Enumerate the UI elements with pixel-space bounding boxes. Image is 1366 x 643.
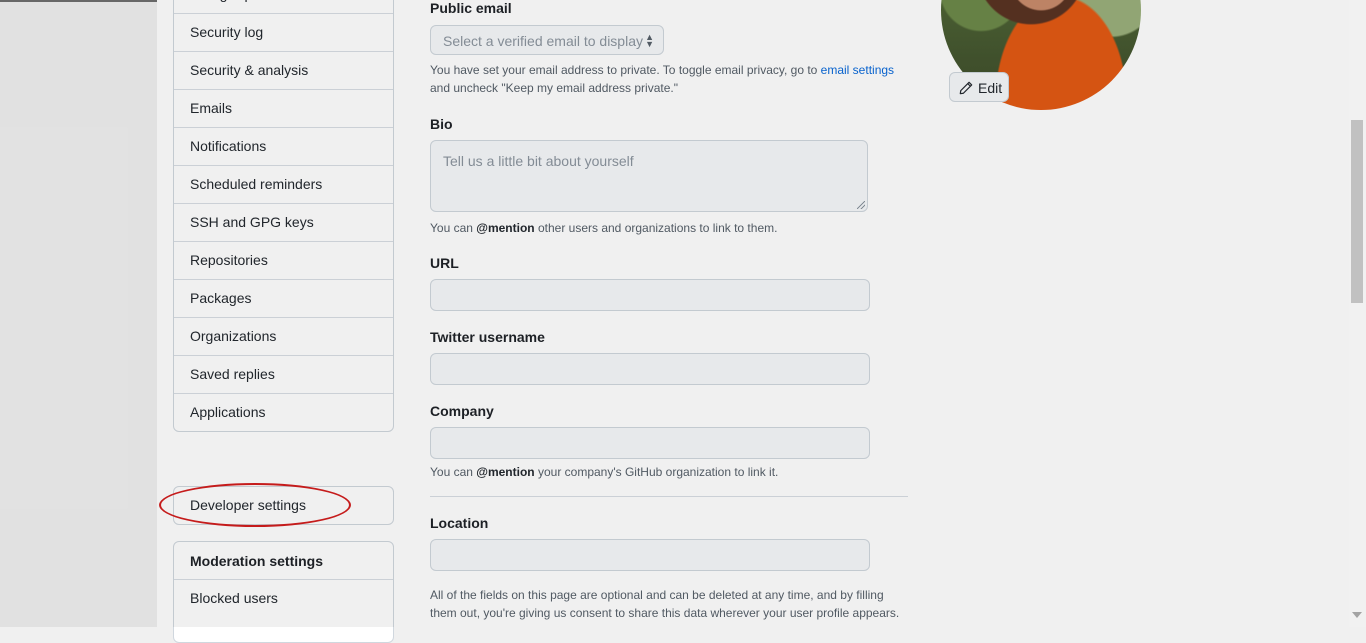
company-note: You can @mention your company's GitHub o…	[430, 463, 910, 481]
bio-label: Bio	[430, 116, 453, 132]
sidebar-item-packages[interactable]: Packages	[174, 279, 393, 317]
optional-fields-note: All of the fields on this page are optio…	[430, 586, 910, 622]
public-email-note-text: You have set your email address to priva…	[430, 63, 821, 77]
pencil-icon	[959, 81, 973, 95]
public-email-note: You have set your email address to priva…	[430, 61, 910, 97]
public-email-select-value: Select a verified email to display	[443, 33, 643, 49]
form-divider	[430, 496, 908, 497]
resize-handle-icon[interactable]	[857, 201, 865, 209]
sidebar-item-emails[interactable]: Emails	[174, 89, 393, 127]
moderation-settings-heading: Moderation settings	[190, 553, 324, 569]
twitter-username-input[interactable]	[430, 353, 870, 385]
company-input[interactable]	[430, 427, 870, 459]
sidebar-item-security-log[interactable]: Security log	[174, 13, 393, 51]
optional-fields-note-line1: All of the fields on this page are optio…	[430, 588, 884, 602]
bio-note-suffix: other users and organizations to link to…	[534, 221, 778, 235]
public-email-note-text2: and uncheck "Keep my email address priva…	[430, 81, 678, 95]
bio-note-prefix: You can	[430, 221, 477, 235]
moderation-settings-menu: Moderation settings Blocked users	[173, 541, 394, 643]
select-caret-icon: ▲ ▼	[645, 32, 654, 49]
avatar-edit-button[interactable]: Edit	[949, 72, 1009, 102]
sidebar-item-security-analysis[interactable]: Security & analysis	[174, 51, 393, 89]
twitter-username-label: Twitter username	[430, 329, 545, 345]
sidebar-item-organizations[interactable]: Organizations	[174, 317, 393, 355]
optional-fields-note-line2: them out, you're giving us consent to sh…	[430, 606, 900, 620]
company-note-prefix: You can	[430, 465, 477, 479]
sidebar-item-billing[interactable]: Billing & plans	[174, 0, 393, 13]
bio-textarea[interactable]: Tell us a little bit about yourself	[430, 140, 868, 212]
url-input[interactable]	[430, 279, 870, 311]
bio-note-mention: @mention	[476, 221, 535, 235]
public-email-label: Public email	[430, 0, 512, 16]
settings-sidebar: Billing & plans Security log Security & …	[173, 0, 394, 432]
location-label: Location	[430, 515, 489, 531]
email-settings-link[interactable]: email settings	[821, 63, 894, 77]
company-label: Company	[430, 403, 494, 419]
public-email-select[interactable]: Select a verified email to display ▲ ▼	[430, 25, 664, 55]
vertical-scrollbar[interactable]	[1349, 0, 1366, 627]
sidebar-item-applications[interactable]: Applications	[174, 393, 393, 431]
sidebar-item-developer-settings[interactable]: Developer settings	[174, 487, 393, 524]
scrollbar-thumb[interactable]	[1351, 120, 1363, 303]
bio-note: You can @mention other users and organiz…	[430, 219, 910, 237]
sidebar-item-scheduled-reminders[interactable]: Scheduled reminders	[174, 165, 393, 203]
sidebar-item-notifications[interactable]: Notifications	[174, 127, 393, 165]
scroll-down-arrow-icon[interactable]	[1352, 612, 1362, 618]
sidebar-item-saved-replies[interactable]: Saved replies	[174, 355, 393, 393]
company-note-suffix: your company's GitHub organization to li…	[534, 465, 779, 479]
sidebar-item-repositories[interactable]: Repositories	[174, 241, 393, 279]
url-label: URL	[430, 255, 459, 271]
company-note-mention: @mention	[476, 465, 535, 479]
developer-settings-menu: Developer settings	[173, 486, 394, 525]
bio-placeholder: Tell us a little bit about yourself	[443, 153, 634, 169]
location-input[interactable]	[430, 539, 870, 571]
sidebar-item-blocked-users[interactable]: Blocked users	[174, 579, 393, 617]
sidebar-item-ssh-gpg-keys[interactable]: SSH and GPG keys	[174, 203, 393, 241]
avatar-edit-label: Edit	[978, 80, 1003, 96]
